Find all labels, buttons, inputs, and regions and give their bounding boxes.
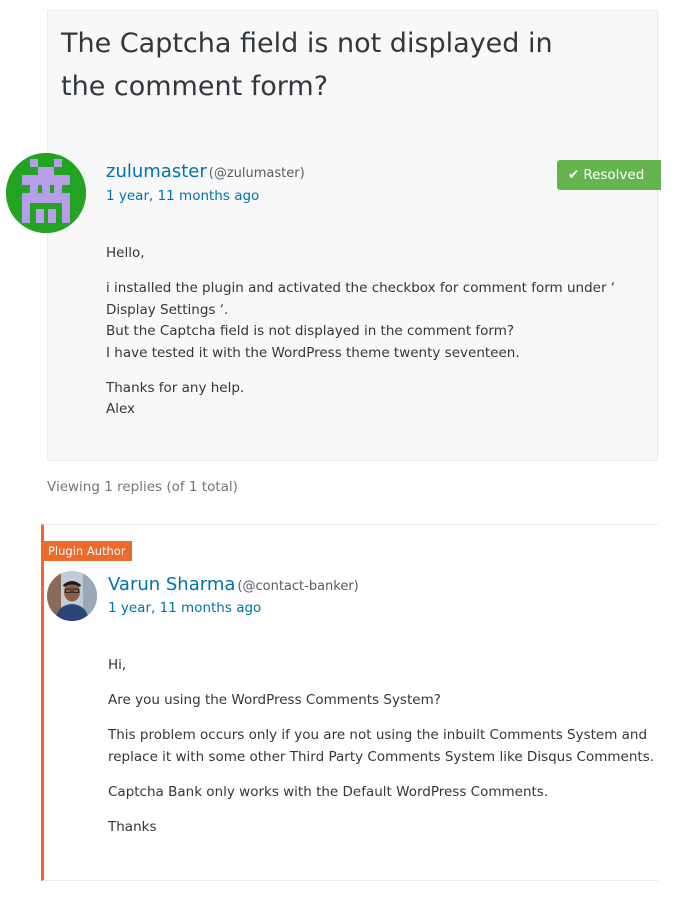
user-photo-icon [47, 571, 97, 621]
reply-paragraph: This problem occurs only if you are not … [108, 727, 655, 765]
reply-author-link[interactable]: Varun Sharma (@contact-banker) [108, 574, 359, 595]
space-invader-avatar-icon [6, 153, 86, 233]
reply-paragraph: Captcha Bank only works with the Default… [108, 783, 549, 800]
op-post-paragraph: Thanks for any help. Alex [106, 379, 245, 418]
reply-author-name[interactable]: Varun Sharma [108, 574, 235, 595]
topic-title: The Captcha field is not displayed in th… [61, 28, 553, 102]
plugin-author-badge: Plugin Author [42, 541, 132, 561]
reply-paragraph: Hi, [108, 657, 127, 673]
reply-date-link[interactable]: 1 year, 11 months ago [108, 600, 261, 616]
op-author-handle: (@zulumaster) [208, 166, 305, 181]
reply-body: Hi, Are you using the WordPress Comments… [108, 655, 658, 852]
reply-avatar[interactable] [47, 571, 97, 621]
reply-paragraph: Thanks [108, 818, 157, 835]
op-post-body: Hello, i installed the plugin and activa… [106, 243, 636, 434]
reply-paragraph: Are you using the WordPress Comments Sys… [108, 692, 441, 708]
op-post-paragraph: Hello, [106, 245, 145, 261]
op-avatar[interactable] [6, 153, 86, 233]
op-post-date-link[interactable]: 1 year, 11 months ago [106, 188, 259, 204]
resolved-label: Resolved [583, 167, 645, 183]
checkmark-icon: ✔ [568, 167, 580, 183]
resolved-badge: ✔ Resolved [557, 160, 661, 190]
op-post-paragraph: i installed the plugin and activated the… [106, 280, 616, 361]
op-author-name[interactable]: zulumaster [106, 161, 207, 182]
op-author-link[interactable]: zulumaster (@zulumaster) [106, 161, 305, 182]
reply-author-handle: (@contact-banker) [237, 579, 359, 594]
reply-count-text: Viewing 1 replies (of 1 total) [47, 479, 238, 495]
